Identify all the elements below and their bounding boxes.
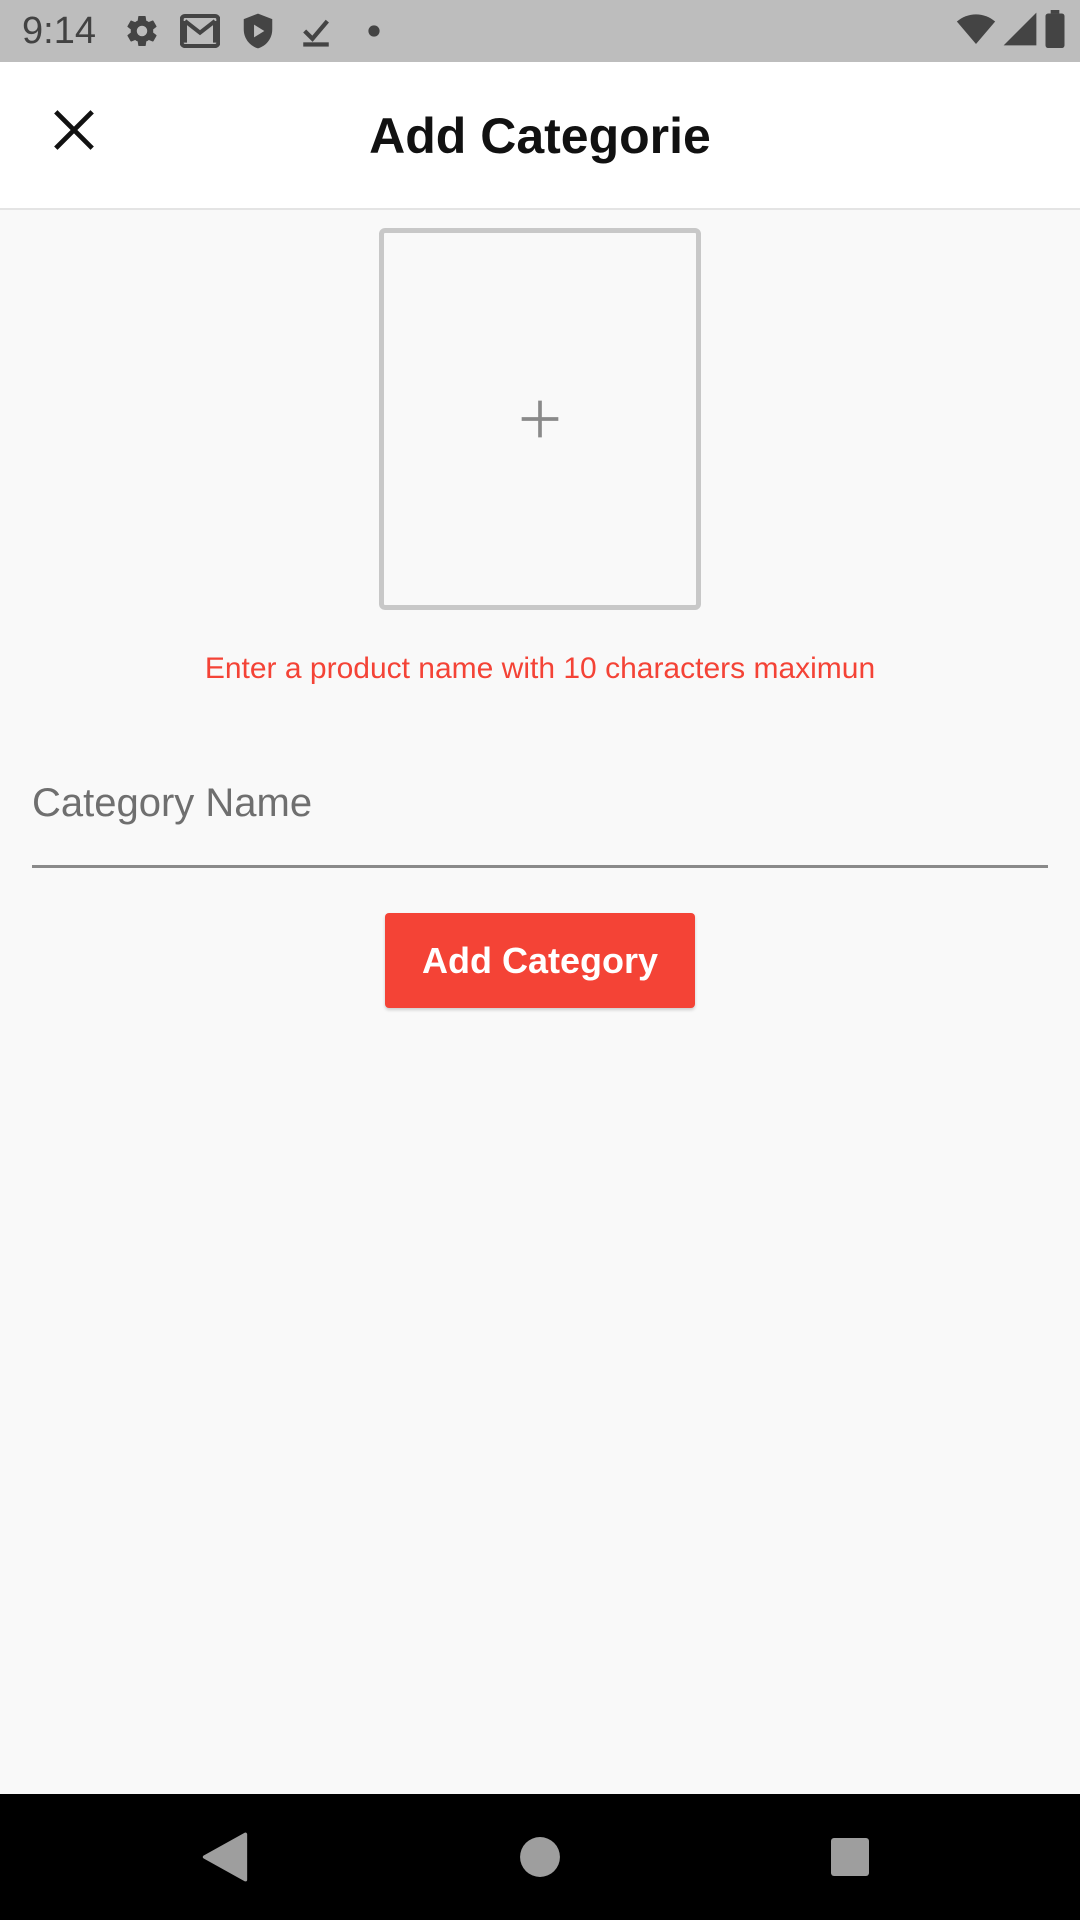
home-button[interactable] — [505, 1822, 575, 1892]
add-category-button[interactable]: Add Category — [385, 913, 695, 1008]
signal-icon — [1002, 11, 1038, 52]
recents-icon — [831, 1838, 869, 1876]
navigation-bar — [0, 1794, 1080, 1920]
wifi-icon — [956, 11, 996, 52]
hint-text: Enter a product name with 10 characters … — [204, 652, 876, 685]
status-time: 9:14 — [22, 10, 96, 52]
download-check-icon — [294, 10, 338, 52]
category-name-input[interactable] — [32, 768, 1048, 838]
app-bar: Add Categorie — [0, 62, 1080, 210]
shield-play-icon — [236, 10, 280, 52]
home-icon — [520, 1837, 560, 1877]
battery-icon — [1044, 9, 1066, 53]
settings-icon — [120, 10, 164, 52]
plus-icon — [521, 400, 559, 438]
back-icon — [202, 1832, 248, 1882]
image-picker[interactable] — [379, 228, 701, 610]
system-icons — [956, 9, 1066, 53]
notification-icons — [120, 10, 396, 52]
gmail-icon — [178, 10, 222, 52]
screen: 9:14 Add Categorie Enter a product name … — [0, 0, 1080, 1920]
back-button[interactable] — [190, 1822, 260, 1892]
category-name-field[interactable] — [32, 768, 1048, 868]
dot-icon — [352, 10, 396, 52]
recents-button[interactable] — [815, 1822, 885, 1892]
status-bar: 9:14 — [0, 0, 1080, 62]
page-title: Add Categorie — [369, 108, 711, 164]
